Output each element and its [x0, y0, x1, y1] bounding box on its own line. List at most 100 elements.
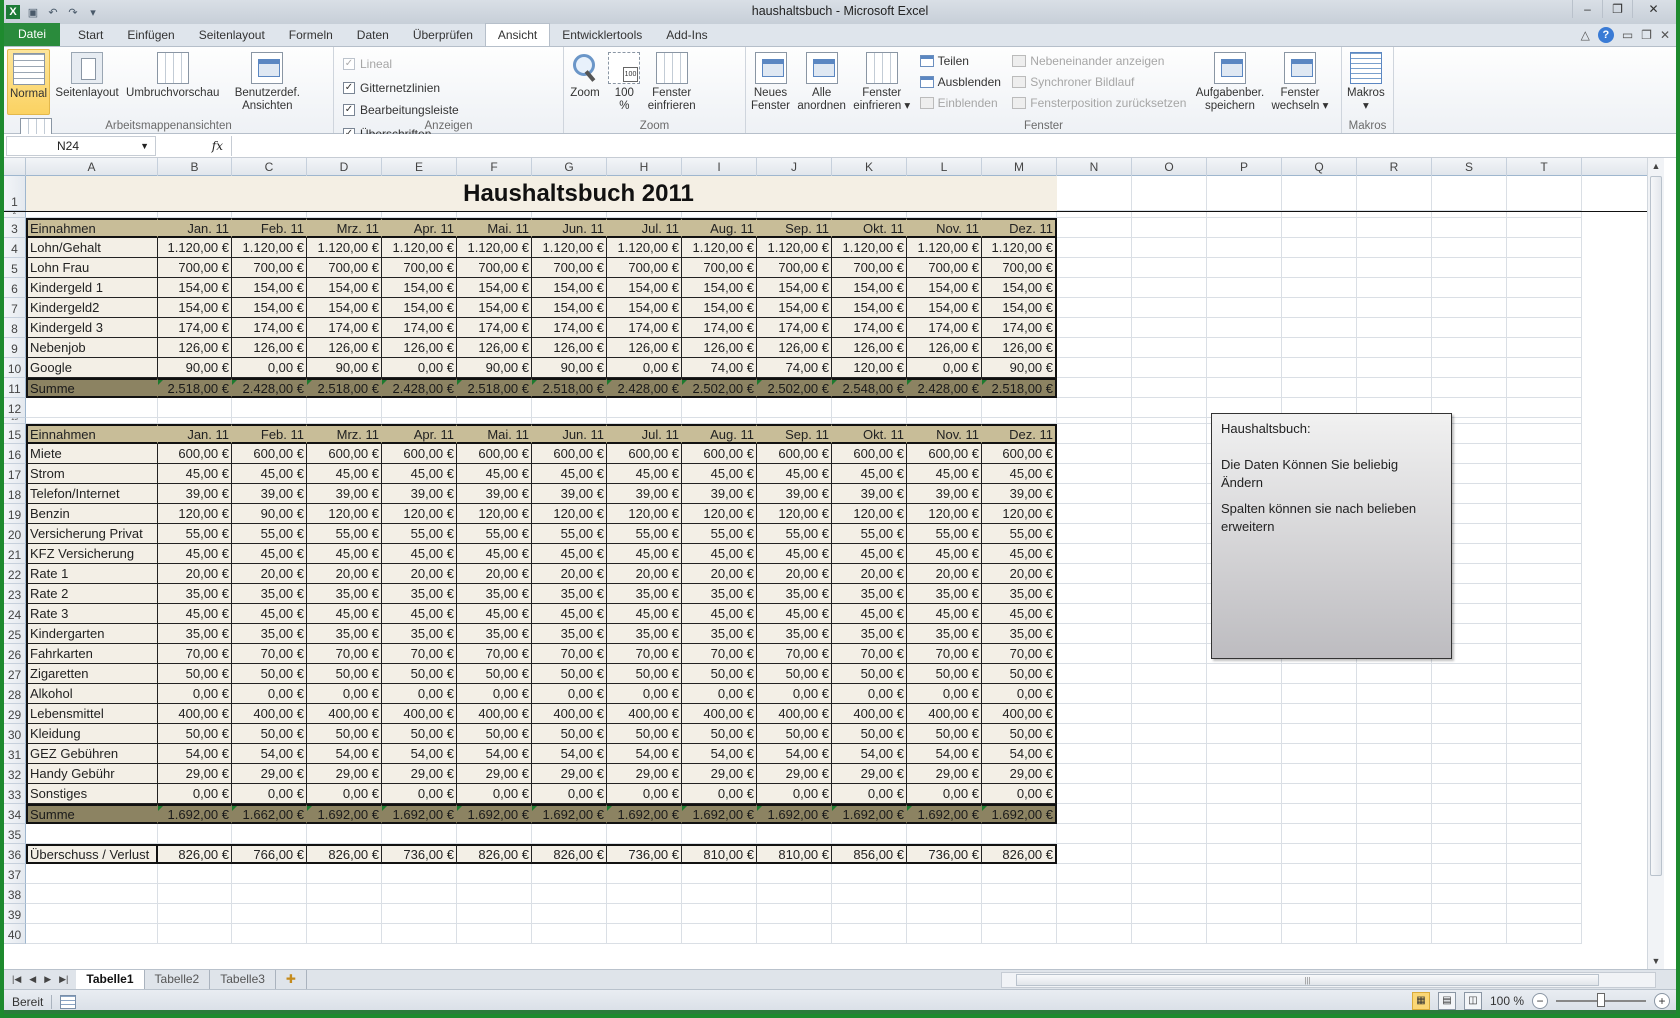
value-cell[interactable]: 154,00 € — [682, 278, 757, 298]
cell[interactable] — [1507, 924, 1582, 944]
value-cell[interactable]: 154,00 € — [982, 278, 1057, 298]
cell[interactable] — [1207, 724, 1282, 744]
cell[interactable] — [1507, 318, 1582, 338]
value-cell[interactable]: 126,00 € — [907, 338, 982, 358]
cell[interactable] — [1357, 318, 1432, 338]
cell[interactable] — [1507, 664, 1582, 684]
value-cell[interactable]: 2.428,00 € — [907, 378, 982, 398]
value-cell[interactable]: 50,00 € — [158, 724, 232, 744]
value-cell[interactable]: 70,00 € — [232, 644, 307, 664]
cell[interactable] — [26, 924, 158, 944]
value-cell[interactable]: 45,00 € — [832, 604, 907, 624]
value-cell[interactable]: 35,00 € — [382, 584, 457, 604]
value-cell[interactable]: 50,00 € — [607, 664, 682, 684]
value-cell[interactable]: 154,00 € — [232, 278, 307, 298]
tab-daten[interactable]: Daten — [345, 24, 401, 46]
value-cell[interactable]: 600,00 € — [158, 444, 232, 464]
value-cell[interactable]: 400,00 € — [457, 704, 532, 724]
value-cell[interactable]: 120,00 € — [832, 358, 907, 378]
cell[interactable] — [532, 924, 607, 944]
cell[interactable] — [382, 398, 457, 418]
value-cell[interactable]: 2.518,00 € — [307, 378, 382, 398]
cell[interactable] — [1282, 338, 1357, 358]
cell[interactable] — [1132, 864, 1207, 884]
value-cell[interactable]: 826,00 € — [158, 844, 232, 864]
cell[interactable] — [1207, 378, 1282, 398]
cell[interactable] — [26, 864, 158, 884]
cell[interactable] — [1132, 564, 1207, 584]
column-header[interactable]: F — [457, 158, 532, 176]
value-cell[interactable]: 54,00 € — [158, 744, 232, 764]
cell[interactable] — [1282, 804, 1357, 824]
value-cell[interactable]: 700,00 € — [532, 258, 607, 278]
row-label[interactable]: Rate 2 — [26, 584, 158, 604]
unhide-button[interactable]: Einblenden — [919, 95, 1001, 111]
cell[interactable] — [1057, 564, 1132, 584]
value-cell[interactable]: 2.428,00 € — [232, 378, 307, 398]
value-cell[interactable]: 50,00 € — [982, 664, 1057, 684]
cell[interactable] — [26, 904, 158, 924]
custom-views-button[interactable]: Benutzerdef. Ansichten — [233, 49, 302, 115]
cell[interactable] — [1507, 424, 1582, 444]
value-cell[interactable]: 70,00 € — [532, 644, 607, 664]
value-cell[interactable]: 1.120,00 € — [907, 238, 982, 258]
value-cell[interactable]: 174,00 € — [832, 318, 907, 338]
row-label[interactable]: Benzin — [26, 504, 158, 524]
value-cell[interactable]: 174,00 € — [682, 318, 757, 338]
cell[interactable] — [1057, 298, 1132, 318]
row-header[interactable]: 3 — [4, 218, 26, 238]
cell[interactable] — [1207, 784, 1282, 804]
cell[interactable] — [1282, 318, 1357, 338]
cell[interactable] — [1207, 176, 1282, 211]
value-cell[interactable]: 45,00 € — [682, 544, 757, 564]
value-cell[interactable]: 0,00 € — [607, 684, 682, 704]
column-header[interactable]: D — [307, 158, 382, 176]
cell[interactable] — [1207, 664, 1282, 684]
cell[interactable] — [1207, 744, 1282, 764]
value-cell[interactable]: 45,00 € — [232, 464, 307, 484]
value-cell[interactable]: 39,00 € — [832, 484, 907, 504]
cell[interactable] — [1132, 584, 1207, 604]
value-cell[interactable]: 50,00 € — [832, 664, 907, 684]
value-cell[interactable]: 20,00 € — [232, 564, 307, 584]
close-button[interactable]: ✕ — [1632, 0, 1674, 18]
value-cell[interactable]: 35,00 € — [232, 624, 307, 644]
month-header[interactable]: Jun. 11 — [532, 424, 607, 444]
value-cell[interactable]: 55,00 € — [907, 524, 982, 544]
value-cell[interactable]: 35,00 € — [532, 624, 607, 644]
column-header[interactable]: Q — [1282, 158, 1357, 176]
value-cell[interactable]: 45,00 € — [532, 464, 607, 484]
name-box[interactable]: N24 ▼ — [6, 135, 156, 156]
value-cell[interactable]: 154,00 € — [907, 298, 982, 318]
value-cell[interactable]: 50,00 € — [232, 724, 307, 744]
cell[interactable] — [1207, 824, 1282, 844]
row-header[interactable]: 37 — [4, 864, 26, 884]
value-cell[interactable]: 45,00 € — [682, 464, 757, 484]
cell[interactable] — [158, 904, 232, 924]
value-cell[interactable]: 20,00 € — [607, 564, 682, 584]
cell[interactable] — [1282, 378, 1357, 398]
value-cell[interactable]: 154,00 € — [832, 298, 907, 318]
cell[interactable] — [682, 884, 757, 904]
value-cell[interactable]: 120,00 € — [982, 504, 1057, 524]
cell[interactable] — [982, 904, 1057, 924]
month-header[interactable]: Dez. 11 — [982, 424, 1057, 444]
cell[interactable] — [1207, 844, 1282, 864]
cell[interactable] — [1507, 398, 1582, 418]
cell[interactable] — [307, 398, 382, 418]
month-header[interactable]: Apr. 11 — [382, 218, 457, 238]
value-cell[interactable]: 174,00 € — [457, 318, 532, 338]
cell[interactable] — [532, 824, 607, 844]
month-header[interactable]: Aug. 11 — [682, 424, 757, 444]
value-cell[interactable]: 45,00 € — [382, 544, 457, 564]
month-header[interactable]: Jan. 11 — [158, 218, 232, 238]
cell[interactable] — [682, 924, 757, 944]
value-cell[interactable]: 70,00 € — [457, 644, 532, 664]
value-cell[interactable]: 2.518,00 € — [982, 378, 1057, 398]
value-cell[interactable]: 600,00 € — [232, 444, 307, 464]
value-cell[interactable]: 39,00 € — [232, 484, 307, 504]
value-cell[interactable]: 20,00 € — [532, 564, 607, 584]
row-header[interactable]: 36 — [4, 844, 26, 864]
row-label[interactable]: Kindergeld 1 — [26, 278, 158, 298]
value-cell[interactable]: 126,00 € — [982, 338, 1057, 358]
